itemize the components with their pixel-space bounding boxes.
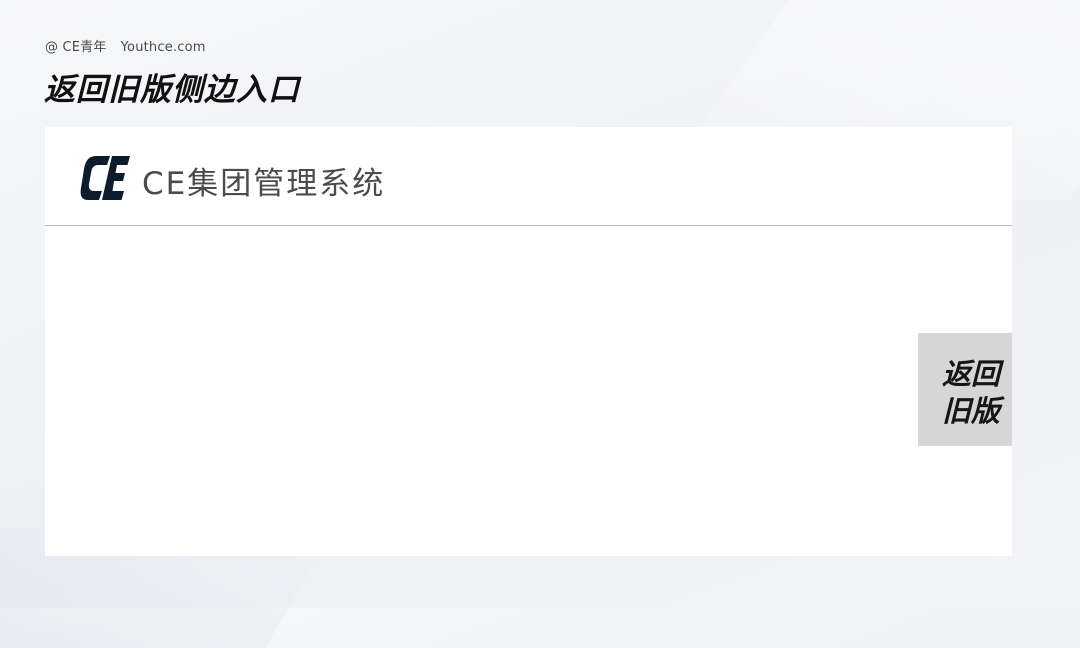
app-header: CE集团管理系统 (45, 127, 1012, 226)
app-title: CE集团管理系统 (142, 166, 386, 202)
return-old-version-label-line2: 旧版 (942, 394, 1001, 428)
return-old-version-label-line1: 返回 (942, 357, 1001, 391)
return-old-version-button[interactable]: 返回 旧版 (918, 333, 1012, 446)
ce-logo-icon (80, 154, 130, 202)
app-preview-panel: CE集团管理系统 返回 旧版 (45, 127, 1012, 556)
brand-prefix: @ CE青年 (45, 40, 107, 55)
slide-title: 返回旧版侧边入口 (44, 72, 300, 108)
brand-site: Youthce.com (120, 40, 206, 55)
brand-line: @ CE青年 Youthce.com (45, 36, 206, 55)
